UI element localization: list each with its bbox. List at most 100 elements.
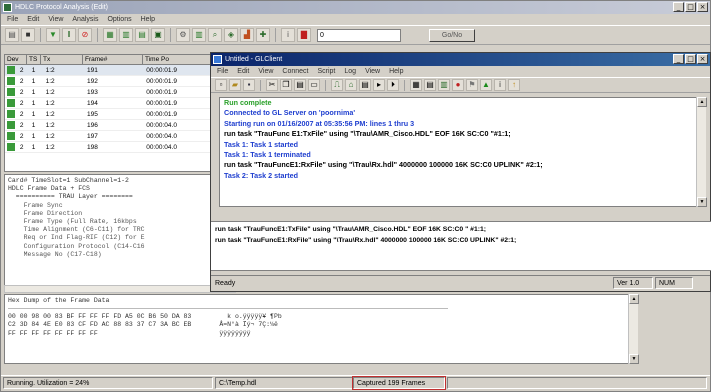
table-row[interactable]: 2 1 1:2 193 00:00:01.9 [5, 87, 235, 98]
client-menu-script[interactable]: Script [317, 66, 335, 77]
detail-hscroll[interactable] [4, 285, 236, 293]
task-icon[interactable]: ▦ [410, 79, 422, 91]
search-input[interactable] [317, 28, 401, 42]
decode-icon[interactable]: ◈ [224, 28, 238, 42]
table-row[interactable]: 2 1 1:2 197 00:00:04.0 [5, 131, 235, 142]
menu-help[interactable]: Help [141, 14, 155, 25]
scroll-down-arrow[interactable]: ▼ [629, 354, 639, 364]
scroll-down-arrow[interactable]: ▼ [697, 197, 707, 207]
script-icon[interactable]: ▤ [359, 79, 371, 91]
save-icon[interactable]: ▣ [151, 28, 165, 42]
output-line: Starting run on 01/16/2007 at 05:35:56 P… [224, 118, 415, 128]
table-row[interactable]: 2 1 1:2 196 00:00:04.0 [5, 120, 235, 131]
new-icon[interactable]: ▫ [215, 79, 227, 91]
script-line[interactable]: run task "TrauFuncE1:TxFile" using "\Tra… [215, 224, 708, 235]
paste-icon[interactable]: ▤ [294, 79, 306, 91]
info-icon[interactable]: i [281, 28, 295, 42]
go-button[interactable]: Go/No [429, 28, 475, 42]
cell-tx: 1:2 [45, 144, 55, 151]
status-empty [447, 377, 707, 389]
output-line: Task 2: Task 2 started [224, 170, 299, 180]
col-frame[interactable]: Frame# [83, 55, 143, 64]
table-row[interactable]: 2 1 1:2 192 00:00:01.9 [5, 76, 235, 87]
main-title-bar[interactable]: HDLC Protocol Analysis (Edit) _ □ × [1, 1, 710, 14]
run-all-icon[interactable]: ⏵ [387, 79, 399, 91]
client-minimize-button[interactable]: _ [673, 54, 684, 64]
output-vscroll[interactable]: ▲ ▼ [696, 97, 707, 207]
list-icon[interactable]: ▤ [424, 79, 436, 91]
run-icon[interactable]: ▸ [373, 79, 385, 91]
cell-tx: 1:2 [45, 111, 55, 118]
frame-grid: Dev TS Tx Frame# Time Po 2 1 1:2 191 00:00:0… [4, 54, 236, 172]
save-icon[interactable]: ▪ [243, 79, 255, 91]
grid-view-icon[interactable]: ▦ [103, 28, 117, 42]
client-close-button[interactable]: × [697, 54, 708, 64]
cell-frame: 191 [87, 67, 98, 74]
detail-line: Card# TimeSlot=1 SubChannel=1-2 [8, 177, 129, 184]
print-icon[interactable]: ▭ [308, 79, 320, 91]
table-row[interactable]: 2 1 1:2 195 00:00:01.9 [5, 109, 235, 120]
script-line[interactable]: run task "TrauFuncE1:RxFile" using "\Tra… [215, 235, 708, 246]
menu-analysis[interactable]: Analysis [72, 14, 98, 25]
maximize-button[interactable]: □ [685, 2, 696, 12]
filter-icon[interactable]: ▼ [46, 28, 60, 42]
menu-file[interactable]: File [7, 14, 18, 25]
client-menu-log[interactable]: Log [344, 66, 356, 77]
client-menu-file[interactable]: File [217, 66, 228, 77]
grid-header: Dev TS Tx Frame# Time Po [5, 55, 235, 65]
cut-icon[interactable]: ✂ [266, 79, 278, 91]
pause-icon[interactable]: ‖ [62, 28, 76, 42]
chart-icon[interactable]: ▟ [240, 28, 254, 42]
flag-icon[interactable]: ⚑ [466, 79, 478, 91]
list-view-icon[interactable]: ▥ [119, 28, 133, 42]
cell-frame: 192 [87, 78, 98, 85]
cell-frame: 198 [87, 144, 98, 151]
cell-dev: 2 [19, 144, 24, 151]
pin-icon[interactable]: ↑ [508, 79, 520, 91]
hex-line: FF FF FF FF FF FF FF FF [8, 329, 98, 337]
settings-icon[interactable]: ⚙ [176, 28, 190, 42]
client-menu-connect[interactable]: Connect [282, 66, 308, 77]
hex-vscroll[interactable]: ▲ ▼ [628, 294, 639, 364]
detail-lines: Card# TimeSlot=1 SubChannel=1-2 HDLC Fram… [8, 177, 232, 259]
col-tx[interactable]: Tx [41, 55, 83, 64]
table-row[interactable]: 2 1 1:2 194 00:00:01.9 [5, 98, 235, 109]
table-row[interactable]: 2 1 1:2 191 00:00:01.9 [5, 65, 235, 76]
client-maximize-button[interactable]: □ [685, 54, 696, 64]
network-icon[interactable]: ⌂ [345, 79, 357, 91]
col-dev[interactable]: Dev [5, 55, 27, 64]
alert-icon[interactable]: ▲ [480, 79, 492, 91]
bar-chart-icon[interactable]: ▇ [297, 28, 311, 42]
scroll-up-arrow[interactable]: ▲ [697, 97, 707, 107]
log-icon[interactable]: ▥ [438, 79, 450, 91]
grid-rows: 2 1 1:2 191 00:00:01.9 2 1 1:2 192 00:00:01.9 2 1 1:… [5, 65, 235, 153]
menu-edit[interactable]: Edit [27, 14, 39, 25]
toolbar-separator [170, 28, 171, 42]
client-menu-help[interactable]: Help [389, 66, 403, 77]
help-icon[interactable]: i [494, 79, 506, 91]
open-icon[interactable]: ▤ [5, 28, 19, 42]
connect-icon[interactable]: ⎍ [331, 79, 343, 91]
scroll-up-arrow[interactable]: ▲ [629, 294, 639, 304]
client-menu-edit[interactable]: Edit [237, 66, 249, 77]
menu-view[interactable]: View [48, 14, 63, 25]
copy-icon[interactable]: ❐ [280, 79, 292, 91]
cell-dev: 2 [19, 89, 24, 96]
stats-icon[interactable]: ▥ [192, 28, 206, 42]
col-ts[interactable]: TS [27, 55, 41, 64]
client-menu-view[interactable]: View [258, 66, 273, 77]
open-folder-icon[interactable]: ▰ [229, 79, 241, 91]
tools-icon[interactable]: ✚ [256, 28, 270, 42]
search-icon[interactable]: ⌕ [208, 28, 222, 42]
menu-options[interactable]: Options [107, 14, 131, 25]
status-captured: Captured 199 Frames [352, 376, 446, 390]
table-row[interactable]: 2 1 1:2 198 00:00:04.0 [5, 142, 235, 153]
client-menu-view2[interactable]: View [365, 66, 380, 77]
close-button[interactable]: × [697, 2, 708, 12]
client-title-bar[interactable]: Untitled - GLClient _ □ × [211, 53, 710, 66]
capture-icon[interactable]: ■ [21, 28, 35, 42]
minimize-button[interactable]: _ [673, 2, 684, 12]
stop-icon[interactable]: ⊘ [78, 28, 92, 42]
table-view-icon[interactable]: ▤ [135, 28, 149, 42]
record-icon[interactable]: ● [452, 79, 464, 91]
